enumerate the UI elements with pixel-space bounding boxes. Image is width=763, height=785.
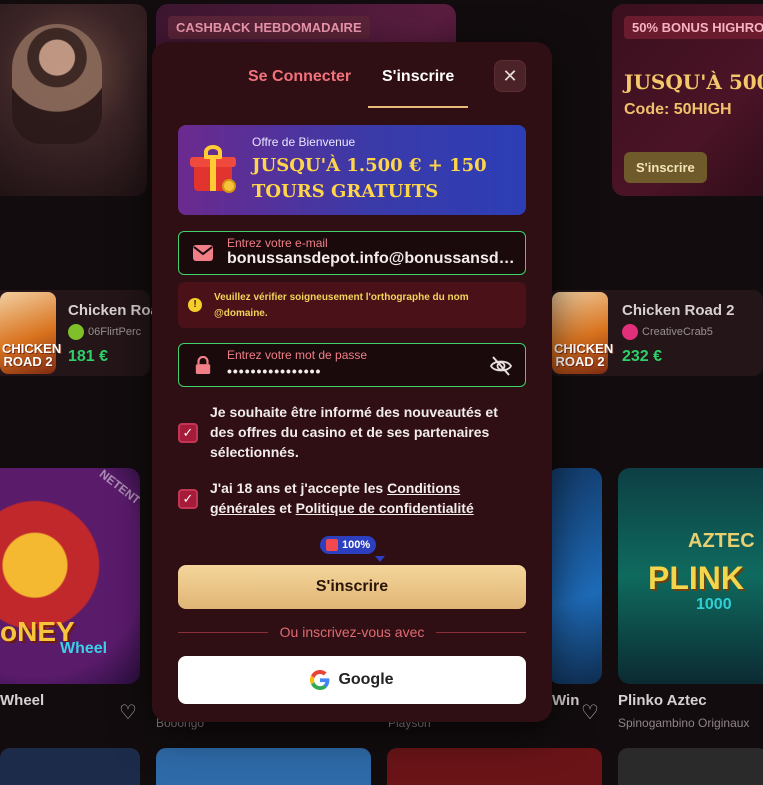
terms-checkbox[interactable]: ✓ — [178, 489, 198, 509]
game-winner-name: 06FlirtPerc — [88, 326, 142, 338]
game-card-art-text: AZTEC — [688, 530, 755, 552]
game-card[interactable] — [618, 748, 763, 785]
game-row-item[interactable]: CHICKEN ROAD 2 Chicken Roa 06FlirtPerc 1… — [0, 290, 159, 376]
game-card-art-text: PLINK — [648, 560, 744, 596]
close-button[interactable]: ✕ — [494, 60, 526, 92]
bonus-progress-value: 100% — [342, 539, 371, 551]
terms-and: et — [275, 500, 296, 516]
bonus-progress-badge: 100% — [320, 536, 377, 554]
game-card-art-text: 1000 — [696, 596, 732, 613]
password-field-label: Entrez votre mot de passe — [227, 348, 368, 362]
password-field[interactable]: Entrez votre mot de passe ••••••••••••••… — [178, 343, 526, 387]
badge-pointer — [375, 556, 385, 562]
close-icon: ✕ — [502, 65, 518, 86]
game-card-money-wheel[interactable]: NETENT oNEY Wheel — [0, 468, 140, 684]
signup-submit-button[interactable]: S'inscrire — [178, 565, 526, 609]
game-winner-name: CreativeCrab5 — [642, 326, 713, 338]
promo-woman-image — [12, 24, 102, 144]
game-win-amount: 232 € — [622, 348, 663, 365]
active-tab-indicator — [368, 106, 468, 108]
email-warning-text: Veuillez vérifier soigneusement l'orthog… — [214, 292, 469, 319]
divider-or: Ou inscrivez-vous avec — [178, 622, 526, 642]
warning-icon: ! — [188, 298, 202, 312]
divider-line — [436, 631, 526, 633]
promo-card-cashback-image[interactable] — [0, 4, 147, 196]
tab-login[interactable]: Se Connecter — [248, 68, 351, 86]
game-title: Chicken Roa — [68, 302, 159, 319]
promo-tag-cashback: CASHBACK HEBDOMADAIRE — [168, 16, 370, 39]
game-row-item[interactable]: CHICKEN ROAD 2 Chicken Road 2 CreativeCr… — [548, 290, 763, 376]
game-card-art-subtext: Wheel — [60, 640, 108, 657]
password-field-value[interactable]: •••••••••••••••• — [227, 363, 517, 379]
game-card[interactable] — [387, 748, 602, 785]
checkmark-icon: ✓ — [182, 491, 194, 506]
google-signup-label: Google — [338, 671, 394, 688]
game-card-provider: Spinogambino Originaux — [618, 716, 750, 730]
newsletter-checkbox[interactable]: ✓ — [178, 423, 198, 443]
gift-icon — [190, 143, 238, 195]
heart-icon[interactable]: ♡ — [117, 702, 139, 724]
email-field-label: Entrez votre e-mail — [227, 236, 328, 250]
lock-icon — [195, 356, 211, 374]
divider-text: Ou inscrivez-vous avec — [279, 624, 425, 640]
game-card-title: Plinko Aztec — [618, 692, 707, 709]
promo-highroller-signup-button[interactable]: S'inscrire — [624, 152, 707, 183]
welcome-offer-kicker: Offre de Bienvenue — [252, 135, 356, 149]
google-icon — [310, 670, 330, 690]
heart-icon[interactable]: ♡ — [579, 702, 601, 724]
divider-line — [178, 631, 268, 633]
gift-icon — [326, 539, 338, 551]
welcome-offer-title: JUSQU'À 1.500 € + 150 TOURS GRATUITS — [252, 155, 487, 202]
game-card[interactable] — [0, 748, 140, 785]
terms-checkbox-label: J'ai 18 ans et j'accepte les Conditions … — [210, 478, 520, 518]
game-title: Chicken Road 2 — [622, 302, 735, 319]
eye-off-icon[interactable] — [489, 354, 513, 378]
game-card-title: Wheel — [0, 692, 45, 709]
terms-prefix: J'ai 18 ans et j'accepte les — [210, 480, 388, 496]
avatar — [68, 324, 84, 340]
checkmark-icon: ✓ — [182, 425, 194, 440]
privacy-link[interactable]: Politique de confidentialité — [296, 500, 474, 516]
game-card-title: Win — [552, 692, 580, 709]
auth-tabs: Se Connecter S'inscrire ✕ — [152, 42, 552, 110]
envelope-icon — [193, 245, 213, 261]
game-card[interactable] — [156, 748, 371, 785]
game-winner: CreativeCrab5 — [622, 324, 713, 340]
welcome-offer-banner: Offre de Bienvenue JUSQU'À 1.500 € + 150… — [178, 125, 526, 215]
game-card-plinko-aztec[interactable]: AZTEC PLINK 1000 — [618, 468, 763, 684]
email-field[interactable]: Entrez votre e-mail bonussansdepot.info@… — [178, 231, 526, 275]
google-signup-button[interactable]: Google — [178, 656, 526, 704]
promo-highroller-code: Code: 50HIGH — [624, 101, 732, 118]
email-warning: ! Veuillez vérifier soigneusement l'orth… — [178, 282, 526, 328]
promo-card-highroller[interactable]: 50% BONUS HIGHROL JUSQU'À 500 € Code: 50… — [612, 4, 763, 196]
game-thumbnail-text: CHICKEN ROAD 2 — [554, 341, 614, 369]
promo-highroller-amount: JUSQU'À 500 € — [624, 70, 763, 94]
tab-signup[interactable]: S'inscrire — [382, 68, 454, 86]
game-win-amount: 181 € — [68, 348, 109, 365]
game-thumbnail-text: CHICKEN ROAD 2 — [2, 341, 62, 369]
email-field-value[interactable]: bonussansdepot.info@bonussansdepot.info — [227, 250, 517, 268]
game-thumbnail: CHICKEN ROAD 2 — [552, 292, 614, 374]
promo-tag-highroller: 50% BONUS HIGHROL — [624, 16, 763, 39]
game-card-playson[interactable] — [548, 468, 602, 684]
avatar — [622, 324, 638, 340]
game-thumbnail: CHICKEN ROAD 2 — [0, 292, 62, 374]
newsletter-checkbox-label: Je souhaite être informé des nouveautés … — [210, 404, 498, 460]
signup-modal: Se Connecter S'inscrire ✕ Offre de Bienv… — [152, 42, 552, 722]
game-winner: 06FlirtPerc — [68, 324, 141, 340]
provider-badge: NETENT — [96, 468, 140, 508]
